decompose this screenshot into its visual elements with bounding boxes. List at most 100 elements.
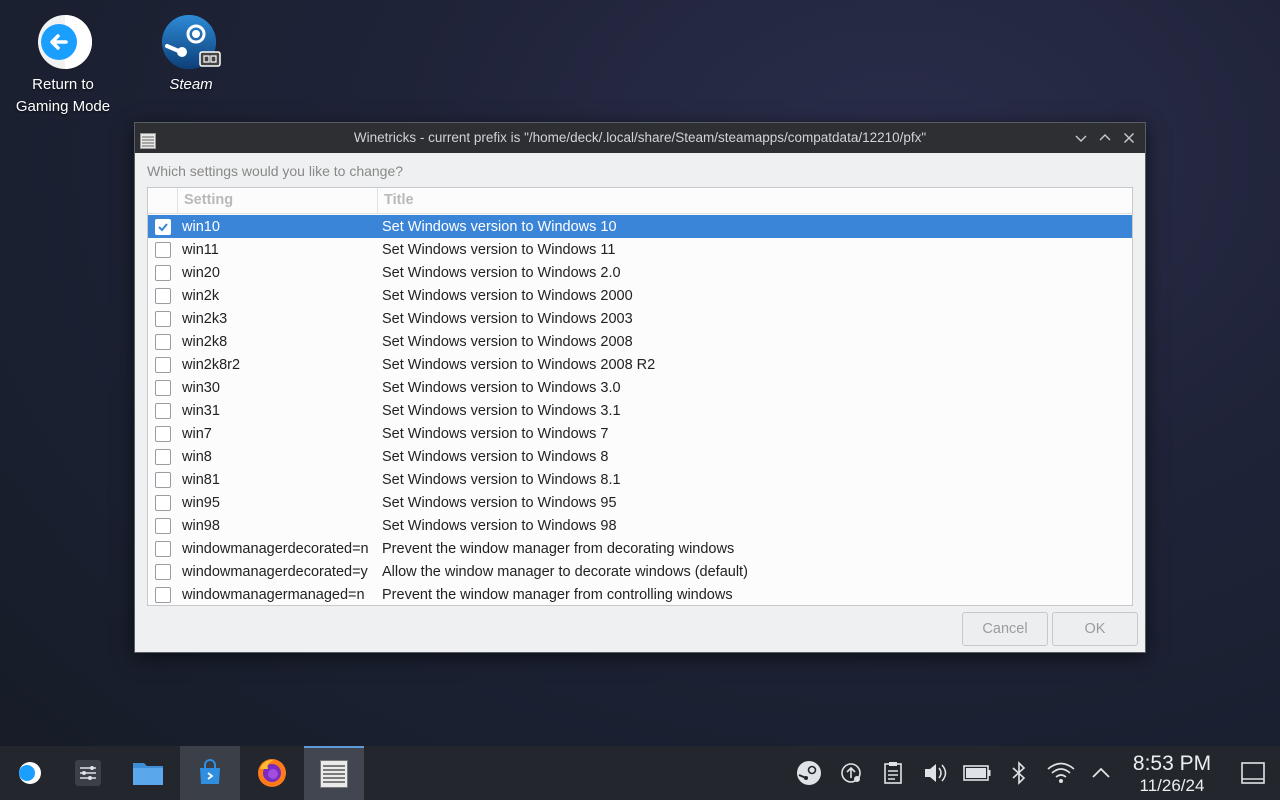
folder-icon: [133, 763, 163, 785]
column-header-title[interactable]: Title: [378, 188, 414, 213]
list-item[interactable]: windowmanagerdecorated=y Allow the window…: [148, 560, 1132, 583]
checkbox-column-header[interactable]: [148, 188, 178, 213]
list-item[interactable]: win2k8 Set Windows version to Windows 200…: [148, 330, 1132, 353]
ok-button[interactable]: OK: [1052, 612, 1138, 646]
row-setting: win31: [182, 402, 220, 419]
row-checkbox-cell: [148, 586, 178, 603]
list-item[interactable]: win10 Set Windows version to Windows 10: [148, 215, 1132, 238]
list-item[interactable]: win31 Set Windows version to Windows 3.1: [148, 399, 1132, 422]
list-item[interactable]: win7 Set Windows version to Windows 7: [148, 422, 1132, 445]
list-item[interactable]: win95 Set Windows version to Windows 95: [148, 491, 1132, 514]
steam-icon: [797, 761, 821, 785]
row-checkbox[interactable]: [155, 241, 171, 258]
desktop-icon-return-gaming[interactable]: Return to Gaming Mode: [8, 12, 118, 118]
row-title: Set Windows version to Windows 7: [382, 425, 609, 442]
row-checkbox[interactable]: [155, 218, 171, 235]
row-checkbox-cell: [148, 310, 178, 327]
taskbar-clock[interactable]: 8:53 PM 11/26/24: [1128, 752, 1216, 795]
list-item[interactable]: windowmanagerdecorated=n Prevent the wind…: [148, 537, 1132, 560]
row-setting: win81: [182, 471, 220, 488]
list-header: Setting Title: [148, 188, 1132, 214]
row-title: Set Windows version to Windows 95: [382, 494, 617, 511]
show-desktop-button[interactable]: [1232, 746, 1274, 800]
bluetooth-icon: [1012, 761, 1026, 785]
store-bag-icon: [200, 759, 220, 784]
row-checkbox[interactable]: [155, 379, 171, 396]
column-header-setting[interactable]: Setting: [178, 188, 378, 213]
row-title: Set Windows version to Windows 3.1: [382, 402, 621, 419]
volume-icon: [925, 764, 947, 782]
taskbar-file-manager[interactable]: [118, 746, 178, 800]
row-checkbox-cell: [148, 287, 178, 304]
row-checkbox[interactable]: [155, 425, 171, 442]
row-checkbox-cell: [148, 356, 178, 373]
tray-wifi[interactable]: [1040, 746, 1082, 800]
settings-list[interactable]: Setting Title win10 Set Windows version t…: [147, 187, 1133, 606]
list-item[interactable]: win2k3 Set Windows version to Windows 200…: [148, 307, 1132, 330]
taskbar-discover[interactable]: [180, 746, 240, 800]
row-setting: win8: [182, 448, 212, 465]
tray-volume[interactable]: [914, 746, 956, 800]
close-button[interactable]: [1119, 123, 1139, 153]
list-item[interactable]: windowmanagermanaged=n Prevent the window…: [148, 583, 1132, 605]
row-checkbox[interactable]: [155, 448, 171, 465]
row-checkbox[interactable]: [155, 310, 171, 327]
maximize-button[interactable]: [1095, 123, 1115, 153]
taskbar-winetricks[interactable]: [304, 746, 364, 800]
winetricks-window: Winetricks - current prefix is "/home/de…: [134, 122, 1146, 653]
steamos-logo-icon: [19, 762, 41, 784]
row-checkbox[interactable]: [155, 402, 171, 419]
row-title: Set Windows version to Windows 2008 R2: [382, 356, 656, 373]
return-arrow-icon: [33, 12, 93, 72]
row-checkbox[interactable]: [155, 586, 171, 603]
list-item[interactable]: win20 Set Windows version to Windows 2.0: [148, 261, 1132, 284]
list-item[interactable]: win8 Set Windows version to Windows 8: [148, 445, 1132, 468]
row-checkbox[interactable]: [155, 356, 171, 373]
row-checkbox-cell: [148, 425, 178, 442]
list-item[interactable]: win98 Set Windows version to Windows 98: [148, 514, 1132, 537]
row-title: Set Windows version to Windows 11: [382, 241, 616, 258]
desktop-icon-steam[interactable]: Steam: [136, 12, 246, 96]
tray-clipboard[interactable]: [872, 746, 914, 800]
tray-steam[interactable]: [788, 746, 830, 800]
cancel-button[interactable]: Cancel: [962, 612, 1048, 646]
clipboard-icon: [884, 762, 902, 784]
minimize-button[interactable]: [1071, 123, 1091, 153]
list-item[interactable]: win30 Set Windows version to Windows 3.0: [148, 376, 1132, 399]
application-launcher-button[interactable]: [0, 746, 58, 800]
row-title: Set Windows version to Windows 98: [382, 517, 617, 534]
row-checkbox-cell: [148, 494, 178, 511]
list-item[interactable]: win11 Set Windows version to Windows 11: [148, 238, 1132, 261]
row-checkbox[interactable]: [155, 264, 171, 281]
list-item[interactable]: win81 Set Windows version to Windows 8.1: [148, 468, 1132, 491]
row-checkbox[interactable]: [155, 333, 171, 350]
list-item[interactable]: win2k8r2 Set Windows version to Windows 2…: [148, 353, 1132, 376]
row-checkbox-cell: [148, 563, 178, 580]
tray-expand[interactable]: [1080, 746, 1122, 800]
row-checkbox[interactable]: [155, 517, 171, 534]
row-checkbox[interactable]: [155, 471, 171, 488]
row-setting: win95: [182, 494, 220, 511]
row-checkbox-cell: [148, 448, 178, 465]
tray-updates[interactable]: [830, 746, 872, 800]
taskbar: 8:53 PM 11/26/24: [0, 746, 1280, 800]
window-titlebar[interactable]: Winetricks - current prefix is "/home/de…: [135, 123, 1145, 153]
row-title: Allow the window manager to decorate win…: [382, 563, 748, 580]
battery-icon: [963, 765, 991, 781]
row-checkbox-cell: [148, 333, 178, 350]
row-checkbox[interactable]: [155, 494, 171, 511]
chevron-down-icon: [1075, 135, 1087, 142]
window-title: Winetricks - current prefix is "/home/de…: [353, 130, 927, 145]
desktop-icon-label: Gaming Mode: [15, 98, 111, 115]
tray-bluetooth[interactable]: [998, 746, 1040, 800]
list-item[interactable]: win2k Set Windows version to Windows 2000: [148, 284, 1132, 307]
row-checkbox[interactable]: [155, 540, 171, 557]
steam-icon: [161, 12, 221, 72]
row-checkbox[interactable]: [155, 563, 171, 580]
row-checkbox[interactable]: [155, 287, 171, 304]
settings-sliders-icon: [75, 760, 101, 786]
row-setting: win10: [182, 218, 220, 235]
taskbar-system-settings[interactable]: [58, 746, 118, 800]
taskbar-firefox[interactable]: [242, 746, 302, 800]
tray-battery[interactable]: [956, 746, 998, 800]
